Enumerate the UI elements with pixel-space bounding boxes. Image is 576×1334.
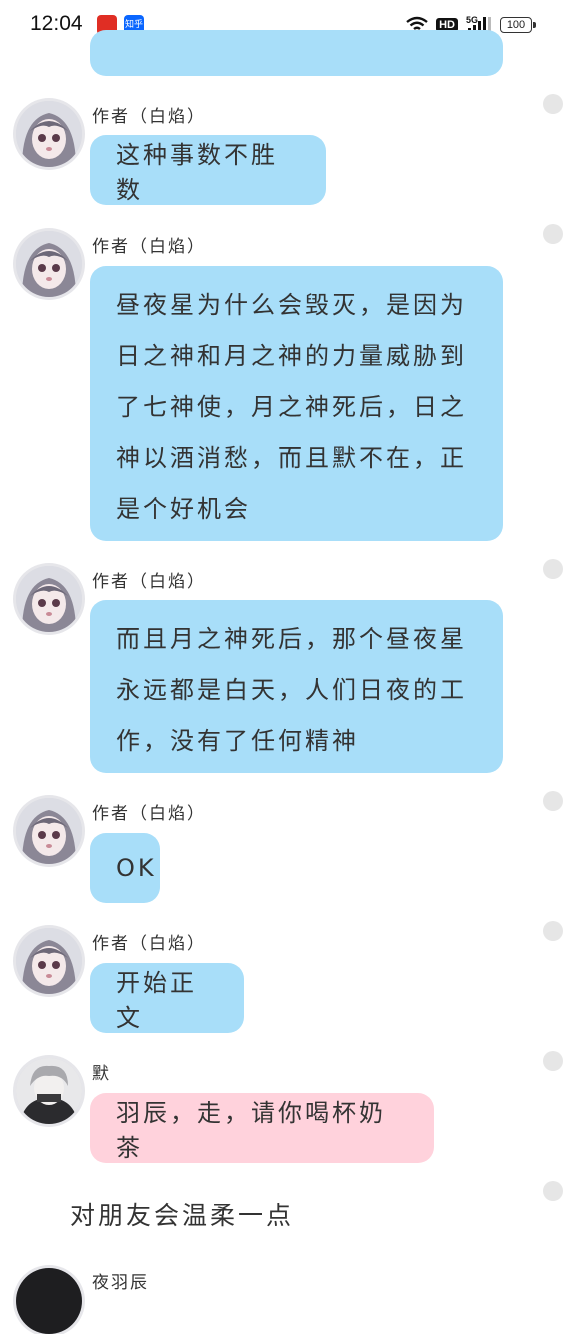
author-avatar-icon (16, 566, 82, 632)
message-bubble[interactable]: 这种事数不胜数 (90, 135, 326, 205)
message-bubble[interactable]: OK (90, 833, 160, 903)
message-indicator-dot[interactable] (543, 94, 563, 114)
sender-name: 默 (92, 1064, 111, 1084)
sender-name: 作者（白焰） (92, 107, 206, 127)
avatar[interactable] (16, 1058, 82, 1124)
author-avatar-icon (16, 928, 82, 994)
message-indicator-dot[interactable] (543, 1051, 563, 1071)
author-avatar-icon (16, 231, 82, 297)
author-avatar-icon (16, 798, 82, 864)
avatar[interactable] (16, 798, 82, 864)
sender-name: 夜羽辰 (92, 1273, 149, 1293)
message-bubble[interactable]: 羽辰，走，请你喝杯奶茶 (90, 1093, 434, 1163)
status-time: 12:04 (30, 12, 83, 35)
sender-name: 作者（白焰） (92, 237, 206, 257)
avatar[interactable] (16, 928, 82, 994)
svg-text:5G: 5G (466, 15, 478, 25)
author-avatar-icon (16, 101, 82, 167)
avatar[interactable] (16, 566, 82, 632)
message-indicator-dot[interactable] (543, 224, 563, 244)
battery-icon: 100 (500, 17, 536, 33)
avatar[interactable] (16, 231, 82, 297)
avatar[interactable] (16, 101, 82, 167)
sender-name: 作者（白焰） (92, 934, 206, 954)
message-indicator-dot[interactable] (543, 791, 563, 811)
message-indicator-dot[interactable] (543, 1181, 563, 1201)
message-bubble-partial (90, 30, 503, 76)
message-indicator-dot[interactable] (543, 921, 563, 941)
sender-name: 作者（白焰） (92, 572, 206, 592)
mo-avatar-icon (16, 1058, 82, 1124)
message-bubble[interactable]: 昼夜星为什么会毁灭，是因为日之神和月之神的力量威胁到了七神使，月之神死后，日之神… (90, 266, 503, 541)
sender-name: 作者（白焰） (92, 804, 206, 824)
message-indicator-dot[interactable] (543, 559, 563, 579)
avatar[interactable] (16, 1268, 82, 1334)
narration-text: 对朋友会温柔一点 (70, 1201, 295, 1230)
message-bubble[interactable]: 而且月之神死后，那个昼夜星永远都是白天，人们日夜的工作，没有了任何精神 (90, 600, 503, 773)
message-bubble[interactable]: 开始正文 (90, 963, 244, 1033)
